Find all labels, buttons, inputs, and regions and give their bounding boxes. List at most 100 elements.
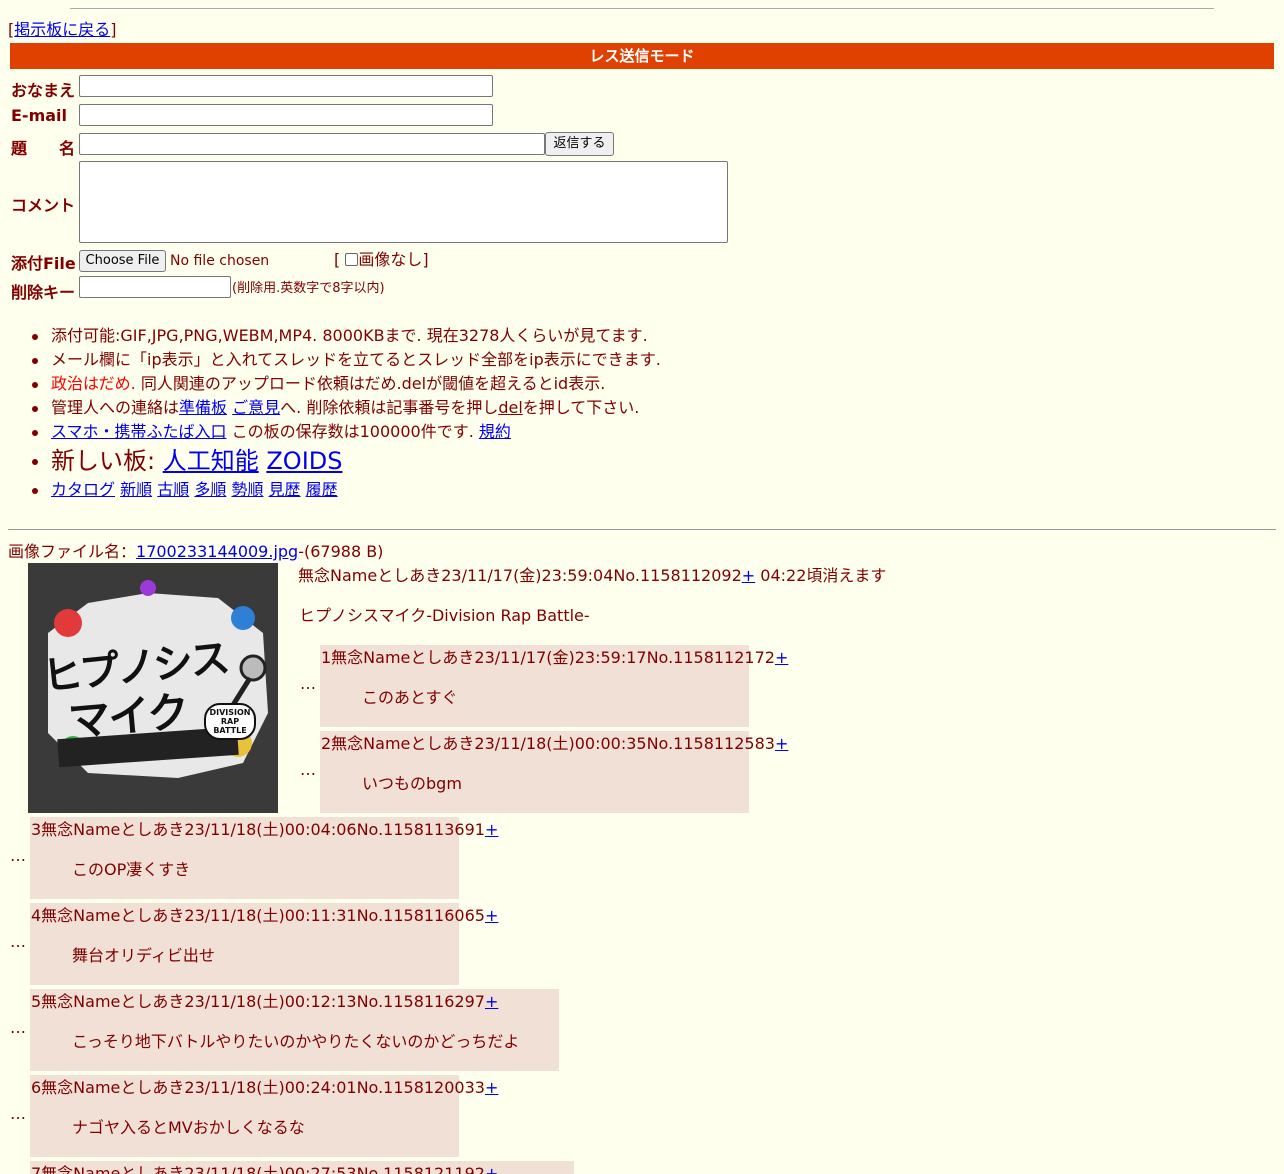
rule-text: 添付可能:GIF,JPG,PNG,WEBM,MP4. 8000KBまで. 現在3…	[51, 326, 648, 345]
reply-header-text: 7無念Nameとしあき23/11/18(土)00:27:53No.1158121…	[31, 1164, 485, 1174]
reply-header-text: 6無念Nameとしあき23/11/18(土)00:24:01No.1158120…	[31, 1078, 485, 1097]
reply-body: 舞台オリディビ出せ	[72, 946, 215, 965]
back-bracket-close: ]	[110, 20, 117, 39]
subject-input[interactable]	[79, 133, 545, 155]
rule-item: メール欄に「ip表示」と入れてスレッドを立てるとスレッド全部をip表示にできます…	[32, 348, 661, 372]
rule-text: 同人関連のアップロード依頼はだめ.delが閾値を超えるとid表示.	[135, 374, 606, 393]
back-to-board-link[interactable]: 掲示板に戻る	[14, 20, 110, 39]
reply-6: 6無念Nameとしあき23/11/18(土)00:24:01No.1158120…	[30, 1075, 498, 1157]
reply-plus-link[interactable]: +	[485, 992, 498, 1011]
comment-textarea[interactable]	[79, 161, 728, 243]
reply-2: 2無念Nameとしあき23/11/18(土)00:00:35No.1158112…	[320, 731, 788, 813]
reply-7: 7無念Nameとしあき23/11/18(土)00:27:53No.1158121…	[30, 1161, 574, 1174]
delkey-input[interactable]	[79, 276, 231, 298]
reply-header-text: 5無念Nameとしあき23/11/18(土)00:12:13No.1158116…	[31, 992, 485, 1011]
reply-4-dots: …	[10, 932, 26, 951]
rule-text: へ. 削除依頼は記事番号を押し	[280, 398, 499, 417]
sort-many-link[interactable]: 多順	[194, 480, 226, 499]
reply-1-dots: …	[300, 674, 316, 693]
reply-body: このあとすぐ	[362, 688, 458, 707]
rule-item: スマホ・携帯ふたば入口 この板の保存数は100000件です. 規約	[32, 420, 661, 444]
reply-body: ナゴヤ入るとMVおかしくなるな	[72, 1118, 305, 1137]
rule-item: 添付可能:GIF,JPG,PNG,WEBM,MP4. 8000KBまで. 現在3…	[32, 324, 661, 348]
terms-link[interactable]: 規約	[479, 422, 511, 441]
logo-text-3: DIVISION RAP BATTLE	[204, 703, 256, 740]
feedback-link[interactable]: ご意見	[232, 398, 280, 417]
sort-new-link[interactable]: 新順	[120, 480, 152, 499]
name-label: おなまえ	[11, 81, 76, 100]
ai-board-link[interactable]: 人工知能	[163, 447, 259, 475]
reply-header: 3無念Nameとしあき23/11/18(土)00:04:06No.1158113…	[31, 820, 498, 840]
post-history-link[interactable]: 履歴	[306, 480, 338, 499]
rule-item-sort-links: カタログ 新順 古順 多順 勢順 見歴 履歴	[32, 478, 661, 502]
reply-1: 1無念Nameとしあき23/11/17(金)23:59:17No.1158112…	[320, 645, 788, 727]
zoids-board-link[interactable]: ZOIDS	[266, 447, 342, 475]
reply-header: 5無念Nameとしあき23/11/18(土)00:12:13No.1158116…	[31, 992, 498, 1012]
del-link[interactable]: del	[498, 398, 522, 417]
image-file-link[interactable]: 1700233144009.jpg	[136, 542, 298, 561]
sort-old-link[interactable]: 古順	[157, 480, 189, 499]
reply-plus-link[interactable]: +	[485, 1164, 498, 1174]
reply-3-dots: …	[10, 846, 26, 865]
email-label: E-mail	[11, 106, 68, 125]
op-header: 無念Nameとしあき23/11/17(金)23:59:04No.11581120…	[298, 565, 886, 587]
submit-reply-button[interactable]: 返信する	[545, 132, 614, 156]
name-input[interactable]	[79, 75, 493, 97]
choose-file-button[interactable]: Choose File	[79, 250, 166, 272]
no-file-text: No file chosen	[170, 253, 270, 269]
reply-header-text: 1無念Nameとしあき23/11/17(金)23:59:17No.1158112…	[321, 648, 775, 667]
catalog-link[interactable]: カタログ	[51, 480, 115, 499]
politics-warning: 政治はだめ.	[51, 374, 136, 393]
file-prefix: 画像ファイル名：	[8, 542, 137, 561]
delkey-label: 削除キー	[11, 283, 76, 302]
reply-3: 3無念Nameとしあき23/11/18(土)00:04:06No.1158113…	[30, 817, 498, 899]
reply-plus-link[interactable]: +	[775, 648, 788, 667]
rule-text: この板の保存数は100000件です.	[226, 422, 474, 441]
rule-item: 管理人への連絡は準備板 ご意見へ. 削除依頼は記事番号を押しdelを押して下さい…	[32, 396, 661, 420]
op-plus-link[interactable]: +	[742, 566, 755, 585]
reply-mode-banner: レス送信モード	[10, 43, 1274, 69]
thread-divider	[8, 529, 1276, 530]
top-divider	[70, 8, 1214, 9]
reply-body: こっそり地下バトルやりたいのかやりたくないのかどっちだよ	[72, 1032, 520, 1051]
reply-plus-link[interactable]: +	[775, 734, 788, 753]
op-thumbnail[interactable]: ヒプノシス マイク DIVISION RAP BATTLE	[28, 563, 278, 813]
reply-2-dots: …	[300, 760, 316, 779]
rule-item: 政治はだめ. 同人関連のアップロード依頼はだめ.delが閾値を超えるとid表示.	[32, 372, 661, 396]
op-expire-text: 04:22頃消えます	[755, 566, 887, 585]
reply-plus-link[interactable]: +	[485, 906, 498, 925]
op-header-text: 無念Nameとしあき23/11/17(金)23:59:04No.11581120…	[298, 566, 742, 585]
rule-item-new-boards: 新しい板: 人工知能 ZOIDS	[32, 444, 661, 478]
reply-5-dots: …	[10, 1018, 26, 1037]
email-input[interactable]	[79, 104, 493, 126]
viewed-history-link[interactable]: 見歴	[269, 480, 301, 499]
reply-body: いつものbgm	[362, 774, 462, 793]
rules-list: 添付可能:GIF,JPG,PNG,WEBM,MP4. 8000KBまで. 現在3…	[32, 324, 661, 502]
reply-plus-link[interactable]: +	[485, 820, 498, 839]
rule-text: メール欄に「ip表示」と入れてスレッドを立てるとスレッド全部をip表示にできます…	[51, 350, 661, 369]
op-body: ヒプノシスマイク-Division Rap Battle-	[299, 606, 590, 625]
noimage-bracket: [	[334, 250, 341, 269]
sort-momentum-link[interactable]: 勢順	[231, 480, 263, 499]
logo-text-2: マイク	[66, 686, 190, 747]
reply-header: 4無念Nameとしあき23/11/18(土)00:11:31No.1158116…	[31, 906, 498, 926]
prep-board-link[interactable]: 準備板	[179, 398, 227, 417]
reply-header: 6無念Nameとしあき23/11/18(土)00:24:01No.1158120…	[31, 1078, 498, 1098]
rule-text: 管理人への連絡は	[51, 398, 180, 417]
file-info: 画像ファイル名：1700233144009.jpg-(67988 B)	[8, 541, 383, 563]
back-nav: [掲示板に戻る]	[8, 19, 117, 41]
reply-plus-link[interactable]: +	[485, 1078, 498, 1097]
reply-body: このOP凄くすき	[72, 860, 191, 879]
subject-label: 題 名	[11, 139, 76, 158]
rule-text: を押して下さい.	[522, 398, 640, 417]
reply-header: 1無念Nameとしあき23/11/17(金)23:59:17No.1158112…	[321, 648, 788, 668]
file-label: 添付File	[11, 254, 76, 273]
noimage-checkbox[interactable]	[345, 253, 359, 266]
reply-header: 2無念Nameとしあき23/11/18(土)00:00:35No.1158112…	[321, 734, 788, 754]
reply-4: 4無念Nameとしあき23/11/18(土)00:11:31No.1158116…	[30, 903, 498, 985]
reply-5: 5無念Nameとしあき23/11/18(土)00:12:13No.1158116…	[30, 989, 559, 1071]
reply-header-text: 3無念Nameとしあき23/11/18(土)00:04:06No.1158113…	[31, 820, 485, 839]
noimage-group: [ 画像なし]	[334, 249, 429, 271]
reply-6-dots: …	[10, 1104, 26, 1123]
mobile-entry-link[interactable]: スマホ・携帯ふたば入口	[51, 422, 227, 441]
